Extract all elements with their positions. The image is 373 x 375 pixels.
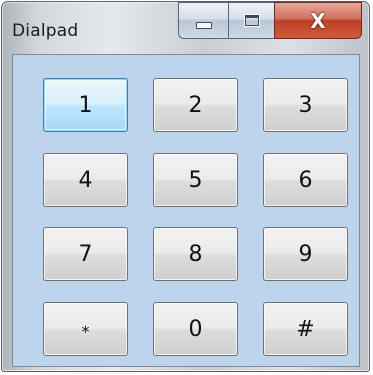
key-5-button[interactable]: 5: [153, 153, 238, 207]
key-6-button[interactable]: 6: [263, 153, 348, 207]
key-star-button[interactable]: *: [43, 302, 128, 356]
key-1-button[interactable]: 1: [43, 78, 128, 132]
key-2-button[interactable]: 2: [153, 78, 238, 132]
close-icon: X: [310, 8, 326, 33]
dialpad-panel: 1 2 3 4 5 6 7 8 9 * 0 #: [12, 54, 360, 367]
dialpad-window: Dialpad X 1 2 3 4 5 6 7 8 9 * 0 #: [1, 1, 370, 372]
key-8-button[interactable]: 8: [153, 227, 238, 281]
key-hash-button[interactable]: #: [263, 302, 348, 356]
key-0-button[interactable]: 0: [153, 302, 238, 356]
key-4-button[interactable]: 4: [43, 153, 128, 207]
caption-buttons: X: [178, 2, 363, 41]
key-9-button[interactable]: 9: [263, 227, 348, 281]
key-3-button[interactable]: 3: [263, 78, 348, 132]
title-bar[interactable]: Dialpad X: [2, 2, 369, 54]
maximize-icon: [244, 15, 259, 26]
maximize-button[interactable]: [228, 2, 274, 39]
minimize-icon: [195, 21, 212, 29]
minimize-button[interactable]: [178, 2, 228, 39]
window-title: Dialpad: [12, 21, 79, 41]
key-7-button[interactable]: 7: [43, 227, 128, 281]
close-button[interactable]: X: [274, 2, 362, 39]
